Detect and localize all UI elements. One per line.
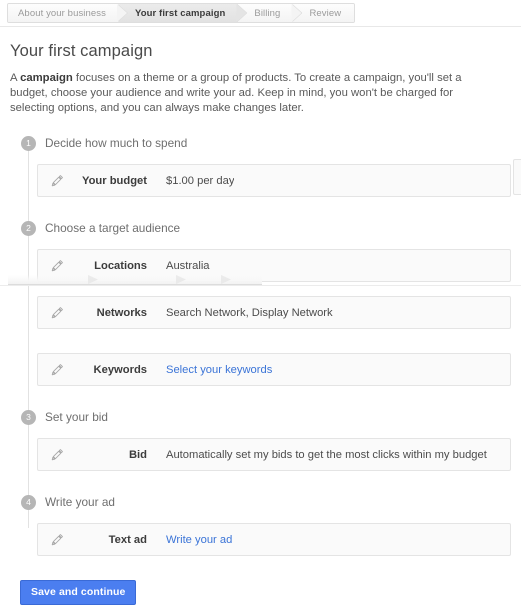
pencil-icon[interactable] <box>51 306 64 319</box>
setting-label: Locations <box>94 259 147 272</box>
step-number-badge: 2 <box>21 220 36 236</box>
step-title: Decide how much to spend <box>45 136 188 150</box>
step-2: 2 Choose a target audience Locations Aus… <box>10 219 511 386</box>
page-description-rest: focuses on a theme or a group of product… <box>10 72 462 114</box>
step-spacer <box>10 386 511 408</box>
pencil-icon[interactable] <box>51 174 64 187</box>
step-header: 3 Set your bid <box>10 408 511 426</box>
breadcrumb-step-label: About your business <box>18 7 106 19</box>
setting-row-keywords[interactable]: Keywords Select your keywords <box>37 353 511 386</box>
breadcrumb: About your business Your first campaign … <box>7 3 356 23</box>
step-title: Choose a target audience <box>45 221 181 235</box>
setting-value: $1.00 per day <box>166 174 235 187</box>
step-number-badge: 1 <box>21 135 36 151</box>
step-header: 1 Decide how much to spend <box>10 134 511 152</box>
setting-row-locations[interactable]: Locations Australia <box>37 249 511 282</box>
setting-label: Networks <box>96 306 147 319</box>
step-3: 3 Set your bid Bid Automatically set my … <box>10 408 511 471</box>
step-header: 4 Write your ad <box>10 493 511 511</box>
breadcrumb-step-label: Your first campaign <box>134 7 226 19</box>
breadcrumb-step-about-your-business[interactable]: About your business <box>8 4 128 22</box>
step-1: 1 Decide how much to spend Your budget $… <box>10 134 511 197</box>
wizard-step-bar: About your business Your first campaign … <box>0 0 521 27</box>
page-title: Your first campaign <box>10 42 153 60</box>
step-spacer <box>10 471 511 493</box>
breadcrumb-step-label: Billing <box>254 7 281 19</box>
setting-label: Bid <box>128 448 147 461</box>
footer-actions: Save and continue <box>20 580 511 605</box>
pencil-icon[interactable] <box>51 533 64 546</box>
setting-value: Automatically set my bids to get the mos… <box>166 448 487 461</box>
setting-row-your-budget[interactable]: Your budget $1.00 per day <box>37 164 511 197</box>
step-title: Write your ad <box>45 495 115 509</box>
setting-value: Search Network, Display Network <box>166 306 333 319</box>
page-description-emphasis: campaign <box>20 72 73 84</box>
setting-row-bid[interactable]: Bid Automatically set my bids to get the… <box>37 438 511 471</box>
write-your-ad-link[interactable]: Write your ad <box>166 534 232 546</box>
pencil-icon[interactable] <box>51 448 64 461</box>
setting-value: Australia <box>166 259 210 272</box>
breadcrumb-step-review[interactable]: Review <box>293 4 355 22</box>
step-4: 4 Write your ad Text ad Write your ad <box>10 493 511 556</box>
breadcrumb-step-your-first-campaign[interactable]: Your first campaign <box>118 4 248 22</box>
step-header: 2 Choose a target audience <box>10 219 511 237</box>
pencil-icon[interactable] <box>51 363 64 376</box>
pencil-icon[interactable] <box>51 259 64 272</box>
setting-label: Your budget <box>81 174 147 187</box>
page-description: A campaign focuses on a theme or a group… <box>10 71 485 116</box>
campaign-steps: 1 Decide how much to spend Your budget $… <box>10 134 511 556</box>
setting-row-text-ad[interactable]: Text ad Write your ad <box>37 523 511 556</box>
step-number-badge: 3 <box>21 409 36 425</box>
step-title: Set your bid <box>45 410 108 424</box>
page-body: Your first campaign A campaign focuses o… <box>0 42 521 605</box>
select-your-keywords-link[interactable]: Select your keywords <box>166 364 272 376</box>
step-spacer <box>10 197 511 219</box>
page-description-prefix: A <box>10 72 21 84</box>
breadcrumb-step-label: Review <box>309 7 342 19</box>
setting-label: Text ad <box>108 533 147 546</box>
setting-row-networks[interactable]: Networks Search Network, Display Network <box>37 296 511 329</box>
save-and-continue-button[interactable]: Save and continue <box>20 580 137 605</box>
setting-label: Keywords <box>93 363 147 376</box>
step-number-badge: 4 <box>21 494 36 510</box>
